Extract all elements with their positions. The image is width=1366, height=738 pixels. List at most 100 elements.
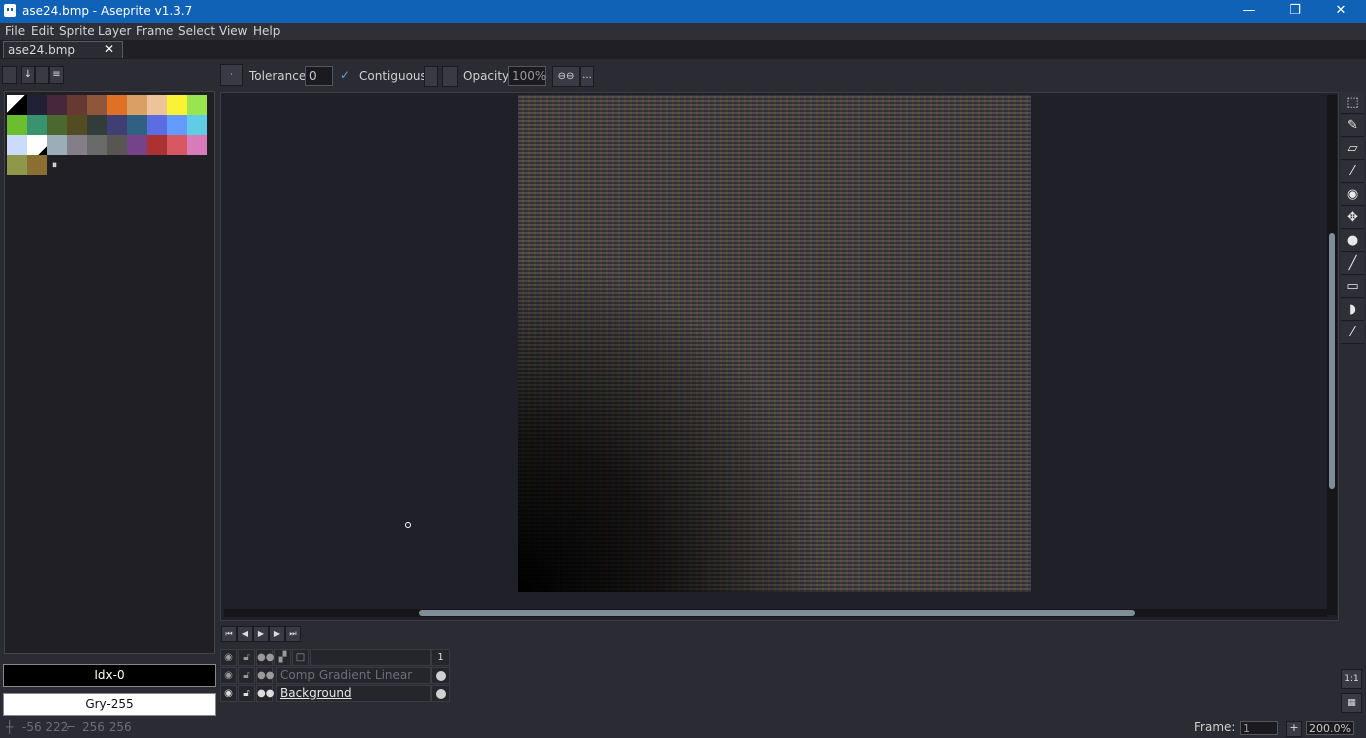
- palette-swatch[interactable]: [147, 95, 167, 115]
- horizontal-scrollbar[interactable]: [224, 609, 1327, 617]
- palette-swatch[interactable]: [47, 95, 67, 115]
- menu-frame[interactable]: Frame: [136, 24, 173, 38]
- palette-swatch[interactable]: [27, 115, 47, 135]
- next-frame-icon[interactable]: ▶: [269, 626, 285, 642]
- line-icon[interactable]: ╱: [1341, 253, 1364, 275]
- sprite-editor[interactable]: [220, 92, 1339, 621]
- menu-file[interactable]: File: [5, 24, 25, 38]
- continuous-header-icon[interactable]: ●●: [256, 649, 274, 666]
- palette-swatch[interactable]: [167, 115, 187, 135]
- palette-swatch[interactable]: [187, 95, 207, 115]
- palette-presets-icon[interactable]: [35, 66, 49, 84]
- palette-swatch[interactable]: [47, 135, 67, 155]
- contiguous-checkbox-icon[interactable]: ✓: [340, 68, 350, 82]
- palette-resize-handle[interactable]: ⏸: [52, 160, 57, 171]
- palette-sort-icon[interactable]: ↓: [21, 66, 35, 84]
- palette-swatch[interactable]: [87, 95, 107, 115]
- frame-field[interactable]: 1: [1240, 721, 1278, 735]
- fill-mode-icon[interactable]: [442, 66, 458, 87]
- palette-swatch[interactable]: [47, 115, 67, 135]
- last-frame-icon[interactable]: ⏭: [285, 626, 301, 642]
- brush-type-icon[interactable]: ·: [220, 64, 243, 86]
- play-icon[interactable]: ▶: [253, 626, 269, 642]
- layer-lock-icon[interactable]: 🔓︎: [238, 685, 255, 702]
- tolerance-field[interactable]: 0: [305, 66, 333, 86]
- palette-swatch[interactable]: [7, 95, 27, 115]
- palette-swatch[interactable]: [147, 135, 167, 155]
- palette-swatch[interactable]: [27, 155, 47, 175]
- layer-visibility-icon[interactable]: ◉: [220, 685, 237, 702]
- palette-swatch[interactable]: [87, 135, 107, 155]
- palette-swatch[interactable]: [67, 115, 87, 135]
- foreground-color-button[interactable]: Idx-0: [3, 664, 216, 687]
- new-layer-icon[interactable]: □: [292, 649, 309, 666]
- more-options-button[interactable]: ...: [580, 66, 594, 87]
- reset-zoom-button[interactable]: 1:1: [1341, 669, 1362, 689]
- layer-lock-icon[interactable]: 🔓︎: [238, 667, 255, 684]
- minimize-button[interactable]: —: [1226, 0, 1272, 23]
- palette-swatch[interactable]: [27, 95, 47, 115]
- eyedropper-icon[interactable]: ⁄: [1341, 161, 1364, 183]
- layer-name[interactable]: Comp Gradient Linear SR_L: [276, 667, 431, 697]
- menu-sprite[interactable]: Sprite: [59, 24, 95, 38]
- layer-settings-icon[interactable]: ▞: [274, 649, 291, 666]
- tab-ase24[interactable]: ase24.bmp ✕: [3, 41, 123, 58]
- layer-continuous-icon[interactable]: ●●: [256, 685, 274, 702]
- sprite-canvas[interactable]: [518, 95, 1031, 592]
- cel[interactable]: [431, 685, 450, 702]
- first-frame-icon[interactable]: ⏮: [221, 626, 237, 642]
- cel[interactable]: [431, 667, 450, 684]
- paint-bucket-icon[interactable]: ●: [1341, 230, 1364, 252]
- rectangle-icon[interactable]: ▭: [1341, 276, 1364, 298]
- close-tab-icon[interactable]: ✕: [104, 42, 114, 56]
- background-color-button[interactable]: Gry-255: [3, 693, 216, 716]
- palette-swatch[interactable]: [107, 95, 127, 115]
- zoom-field[interactable]: 200.0%: [1306, 721, 1354, 735]
- palette-swatch[interactable]: [107, 135, 127, 155]
- layer-row[interactable]: ◉ 🔓︎ ●● Comp Gradient Linear SR_L: [220, 667, 451, 697]
- blend-mode-icon[interactable]: ⊖⊖: [552, 66, 580, 87]
- maximize-button[interactable]: ❐: [1272, 0, 1318, 23]
- zoom-icon[interactable]: ◉: [1341, 184, 1364, 206]
- horizontal-scroll-thumb[interactable]: [419, 610, 1135, 616]
- palette-options-icon[interactable]: ≡: [49, 66, 64, 84]
- layer-row[interactable]: ◉ 🔓︎ ●● Background: [220, 685, 451, 703]
- lock-header-icon[interactable]: 🔓︎: [238, 649, 255, 666]
- menu-help[interactable]: Help: [253, 24, 280, 38]
- pencil-icon[interactable]: ✎: [1341, 115, 1364, 137]
- move-icon[interactable]: ✥: [1341, 207, 1364, 229]
- palette-swatch[interactable]: [127, 95, 147, 115]
- frame-header[interactable]: 1: [431, 649, 450, 666]
- palette-swatch[interactable]: [107, 115, 127, 135]
- palette-swatch[interactable]: [7, 115, 27, 135]
- eraser-icon[interactable]: ▱: [1341, 138, 1364, 160]
- palette-swatch[interactable]: [147, 115, 167, 135]
- layer-continuous-icon[interactable]: ●●: [256, 667, 274, 684]
- palette-swatch[interactable]: [7, 135, 27, 155]
- menu-layer[interactable]: Layer: [98, 24, 131, 38]
- contour-icon[interactable]: ◗: [1341, 299, 1364, 321]
- vertical-scroll-thumb[interactable]: [1329, 233, 1335, 489]
- menu-edit[interactable]: Edit: [31, 24, 54, 38]
- palette-swatch[interactable]: [127, 115, 147, 135]
- palette-swatch[interactable]: [7, 155, 27, 175]
- palette-swatch[interactable]: [127, 135, 147, 155]
- timeline-options-icon[interactable]: ▦: [1341, 693, 1362, 713]
- vertical-scrollbar[interactable]: [1327, 95, 1337, 615]
- close-window-button[interactable]: ✕: [1318, 0, 1364, 23]
- add-frame-button[interactable]: +: [1286, 721, 1302, 737]
- opacity-field[interactable]: 100%: [508, 66, 546, 86]
- layer-visibility-icon[interactable]: ◉: [220, 667, 237, 684]
- palette-swatch[interactable]: [27, 135, 47, 155]
- palette-swatch[interactable]: [87, 115, 107, 135]
- menu-view[interactable]: View: [219, 24, 247, 38]
- layer-name[interactable]: Background: [276, 685, 431, 702]
- palette-swatch[interactable]: [167, 135, 187, 155]
- palette-swatch[interactable]: [67, 135, 87, 155]
- blur-icon[interactable]: ⁄: [1341, 322, 1364, 344]
- rect-select-icon[interactable]: ⬚: [1341, 92, 1364, 114]
- palette-lock-icon[interactable]: [2, 66, 17, 84]
- palette-swatch[interactable]: [187, 115, 207, 135]
- previous-frame-icon[interactable]: ◀: [237, 626, 253, 642]
- pixel-connectivity-icon[interactable]: [424, 66, 438, 87]
